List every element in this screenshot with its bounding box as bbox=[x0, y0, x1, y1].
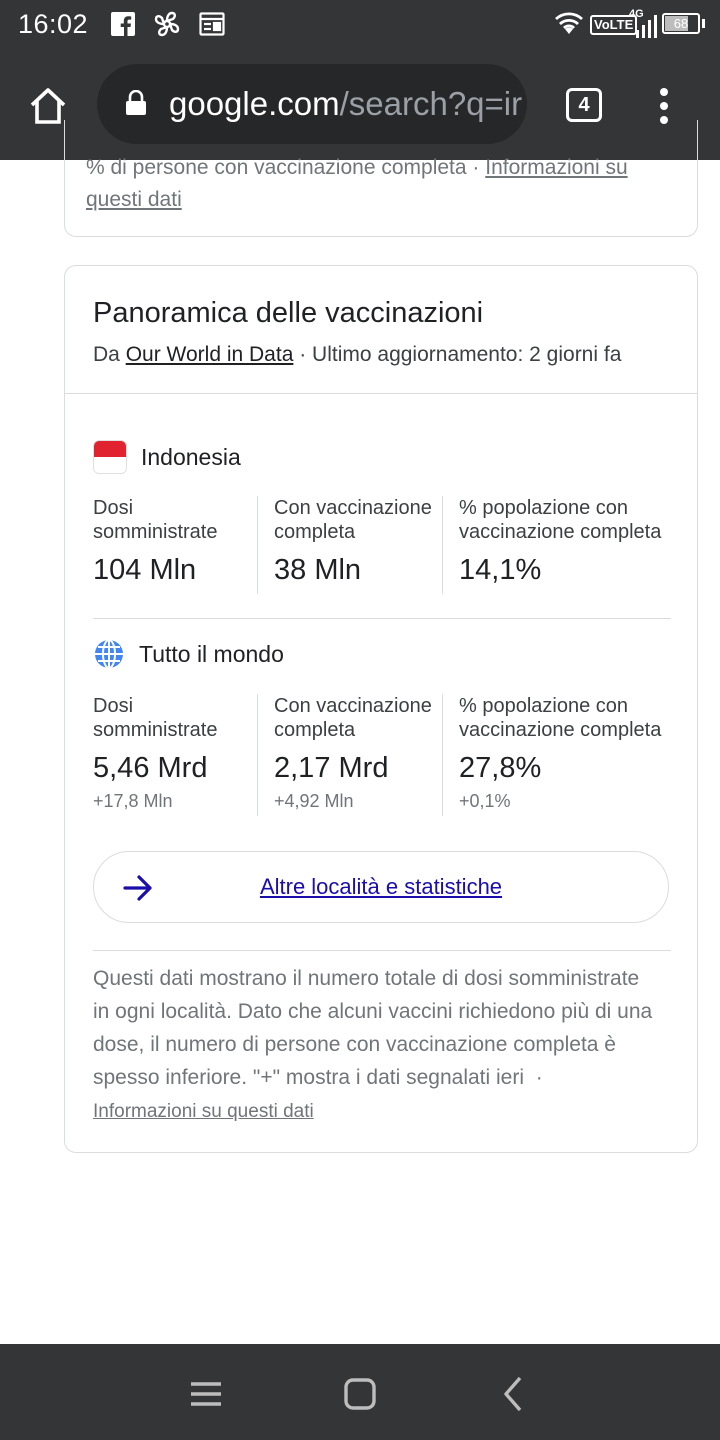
back-button[interactable] bbox=[494, 1374, 534, 1414]
source-prefix: Da bbox=[93, 343, 120, 366]
stat-separator bbox=[257, 496, 258, 594]
stat-label: % popolazione con vaccinazione completa bbox=[459, 695, 662, 741]
status-bar: 16:02 VoLTE 4G 68 bbox=[0, 0, 720, 50]
stat-separator bbox=[257, 694, 258, 816]
about-data-link[interactable]: Informazioni su questi dati bbox=[93, 1101, 314, 1122]
stat-label: % popolazione con vaccinazione completa bbox=[459, 497, 662, 543]
data-note: Questi dati mostrano il numero totale di… bbox=[93, 962, 653, 1128]
stat-value: 38 Mln bbox=[274, 554, 362, 586]
stat-label: Dosi somministrate bbox=[93, 497, 218, 543]
more-locations-link[interactable]: Altre località e statistiche bbox=[94, 874, 668, 900]
last-updated: · Ultimo aggiornamento: 2 giorni fa bbox=[299, 343, 622, 366]
stat-value: 27,8% bbox=[459, 752, 542, 784]
stat-separator bbox=[442, 694, 443, 816]
separator-dot: · bbox=[472, 156, 480, 179]
source-link[interactable]: Our World in Data bbox=[126, 343, 294, 366]
stat-fully-vaccinated: Con vaccinazione completa 2,17 Mrd +4,92… bbox=[274, 694, 444, 819]
stats-world: Dosi somministrate 5,46 Mrd +17,8 Mln Co… bbox=[93, 694, 673, 819]
section-divider bbox=[93, 950, 671, 951]
separator-dot: · bbox=[535, 1066, 543, 1089]
divider bbox=[65, 393, 697, 394]
stat-delta: +4,92 Mln bbox=[274, 791, 354, 811]
stat-fully-vaccinated: Con vaccinazione completa 38 Mln bbox=[274, 496, 444, 621]
section-divider bbox=[93, 618, 671, 619]
stat-value: 2,17 Mrd bbox=[274, 752, 389, 784]
home-icon bbox=[30, 88, 66, 124]
url-domain: google.com bbox=[169, 85, 340, 122]
signal-icon bbox=[636, 14, 658, 40]
previous-card-caption: % di persone con vaccinazione completa bbox=[86, 156, 467, 179]
battery-nub bbox=[702, 19, 705, 28]
battery-icon: 68 bbox=[662, 13, 700, 34]
system-nav-bar bbox=[0, 1344, 720, 1440]
card-title: Panoramica delle vaccinazioni bbox=[93, 297, 484, 329]
menu-dot bbox=[660, 102, 668, 110]
stat-doses: Dosi somministrate 5,46 Mrd +17,8 Mln bbox=[93, 694, 258, 819]
location-header-indonesia: Indonesia bbox=[93, 440, 241, 474]
status-time: 16:02 bbox=[18, 9, 89, 39]
tab-switcher-button[interactable]: 4 bbox=[566, 88, 602, 122]
stat-delta: +17,8 Mln bbox=[93, 791, 173, 811]
recent-apps-button[interactable] bbox=[186, 1374, 226, 1414]
stats-indonesia: Dosi somministrate 104 Mln Con vaccinazi… bbox=[93, 496, 673, 621]
url-path: /search?q=ir bbox=[339, 85, 523, 122]
menu-dot bbox=[660, 88, 668, 96]
note-text: Questi dati mostrano il numero totale di… bbox=[93, 967, 653, 1089]
stat-doses: Dosi somministrate 104 Mln bbox=[93, 496, 258, 621]
location-name: Tutto il mondo bbox=[139, 640, 284, 667]
stat-value: 5,46 Mrd bbox=[93, 752, 208, 784]
news-app-icon bbox=[198, 11, 226, 37]
indonesia-flag-icon bbox=[93, 440, 127, 474]
stat-percent-vaccinated: % popolazione con vaccinazione completa … bbox=[459, 496, 679, 621]
location-name: Indonesia bbox=[141, 443, 241, 470]
url-text: google.com/search?q=ir bbox=[169, 85, 522, 123]
home-nav-button[interactable] bbox=[340, 1374, 380, 1414]
battery-percent: 68 bbox=[673, 16, 689, 31]
more-locations-button[interactable]: Altre località e statistiche bbox=[93, 851, 669, 923]
location-header-world: Tutto il mondo bbox=[93, 638, 284, 670]
fan-app-icon bbox=[152, 11, 182, 37]
globe-icon bbox=[95, 639, 123, 669]
stat-label: Con vaccinazione completa bbox=[274, 497, 432, 543]
wifi-icon bbox=[553, 11, 585, 37]
stat-label: Con vaccinazione completa bbox=[274, 695, 432, 741]
stat-label: Dosi somministrate bbox=[93, 695, 218, 741]
stat-separator bbox=[442, 496, 443, 594]
lock-icon bbox=[126, 90, 146, 115]
stat-percent-vaccinated: % popolazione con vaccinazione completa … bbox=[459, 694, 679, 819]
vaccination-overview-card: Panoramica delle vaccinazioni Da Our Wor… bbox=[64, 265, 698, 1153]
card-source: Da Our World in Data · Ultimo aggiorname… bbox=[93, 343, 621, 367]
facebook-icon bbox=[110, 11, 136, 37]
previous-card-text: % di persone con vaccinazione completa ·… bbox=[86, 152, 686, 216]
stat-value: 104 Mln bbox=[93, 554, 197, 586]
stat-delta: +0,1% bbox=[459, 791, 511, 811]
stat-value: 14,1% bbox=[459, 554, 542, 586]
